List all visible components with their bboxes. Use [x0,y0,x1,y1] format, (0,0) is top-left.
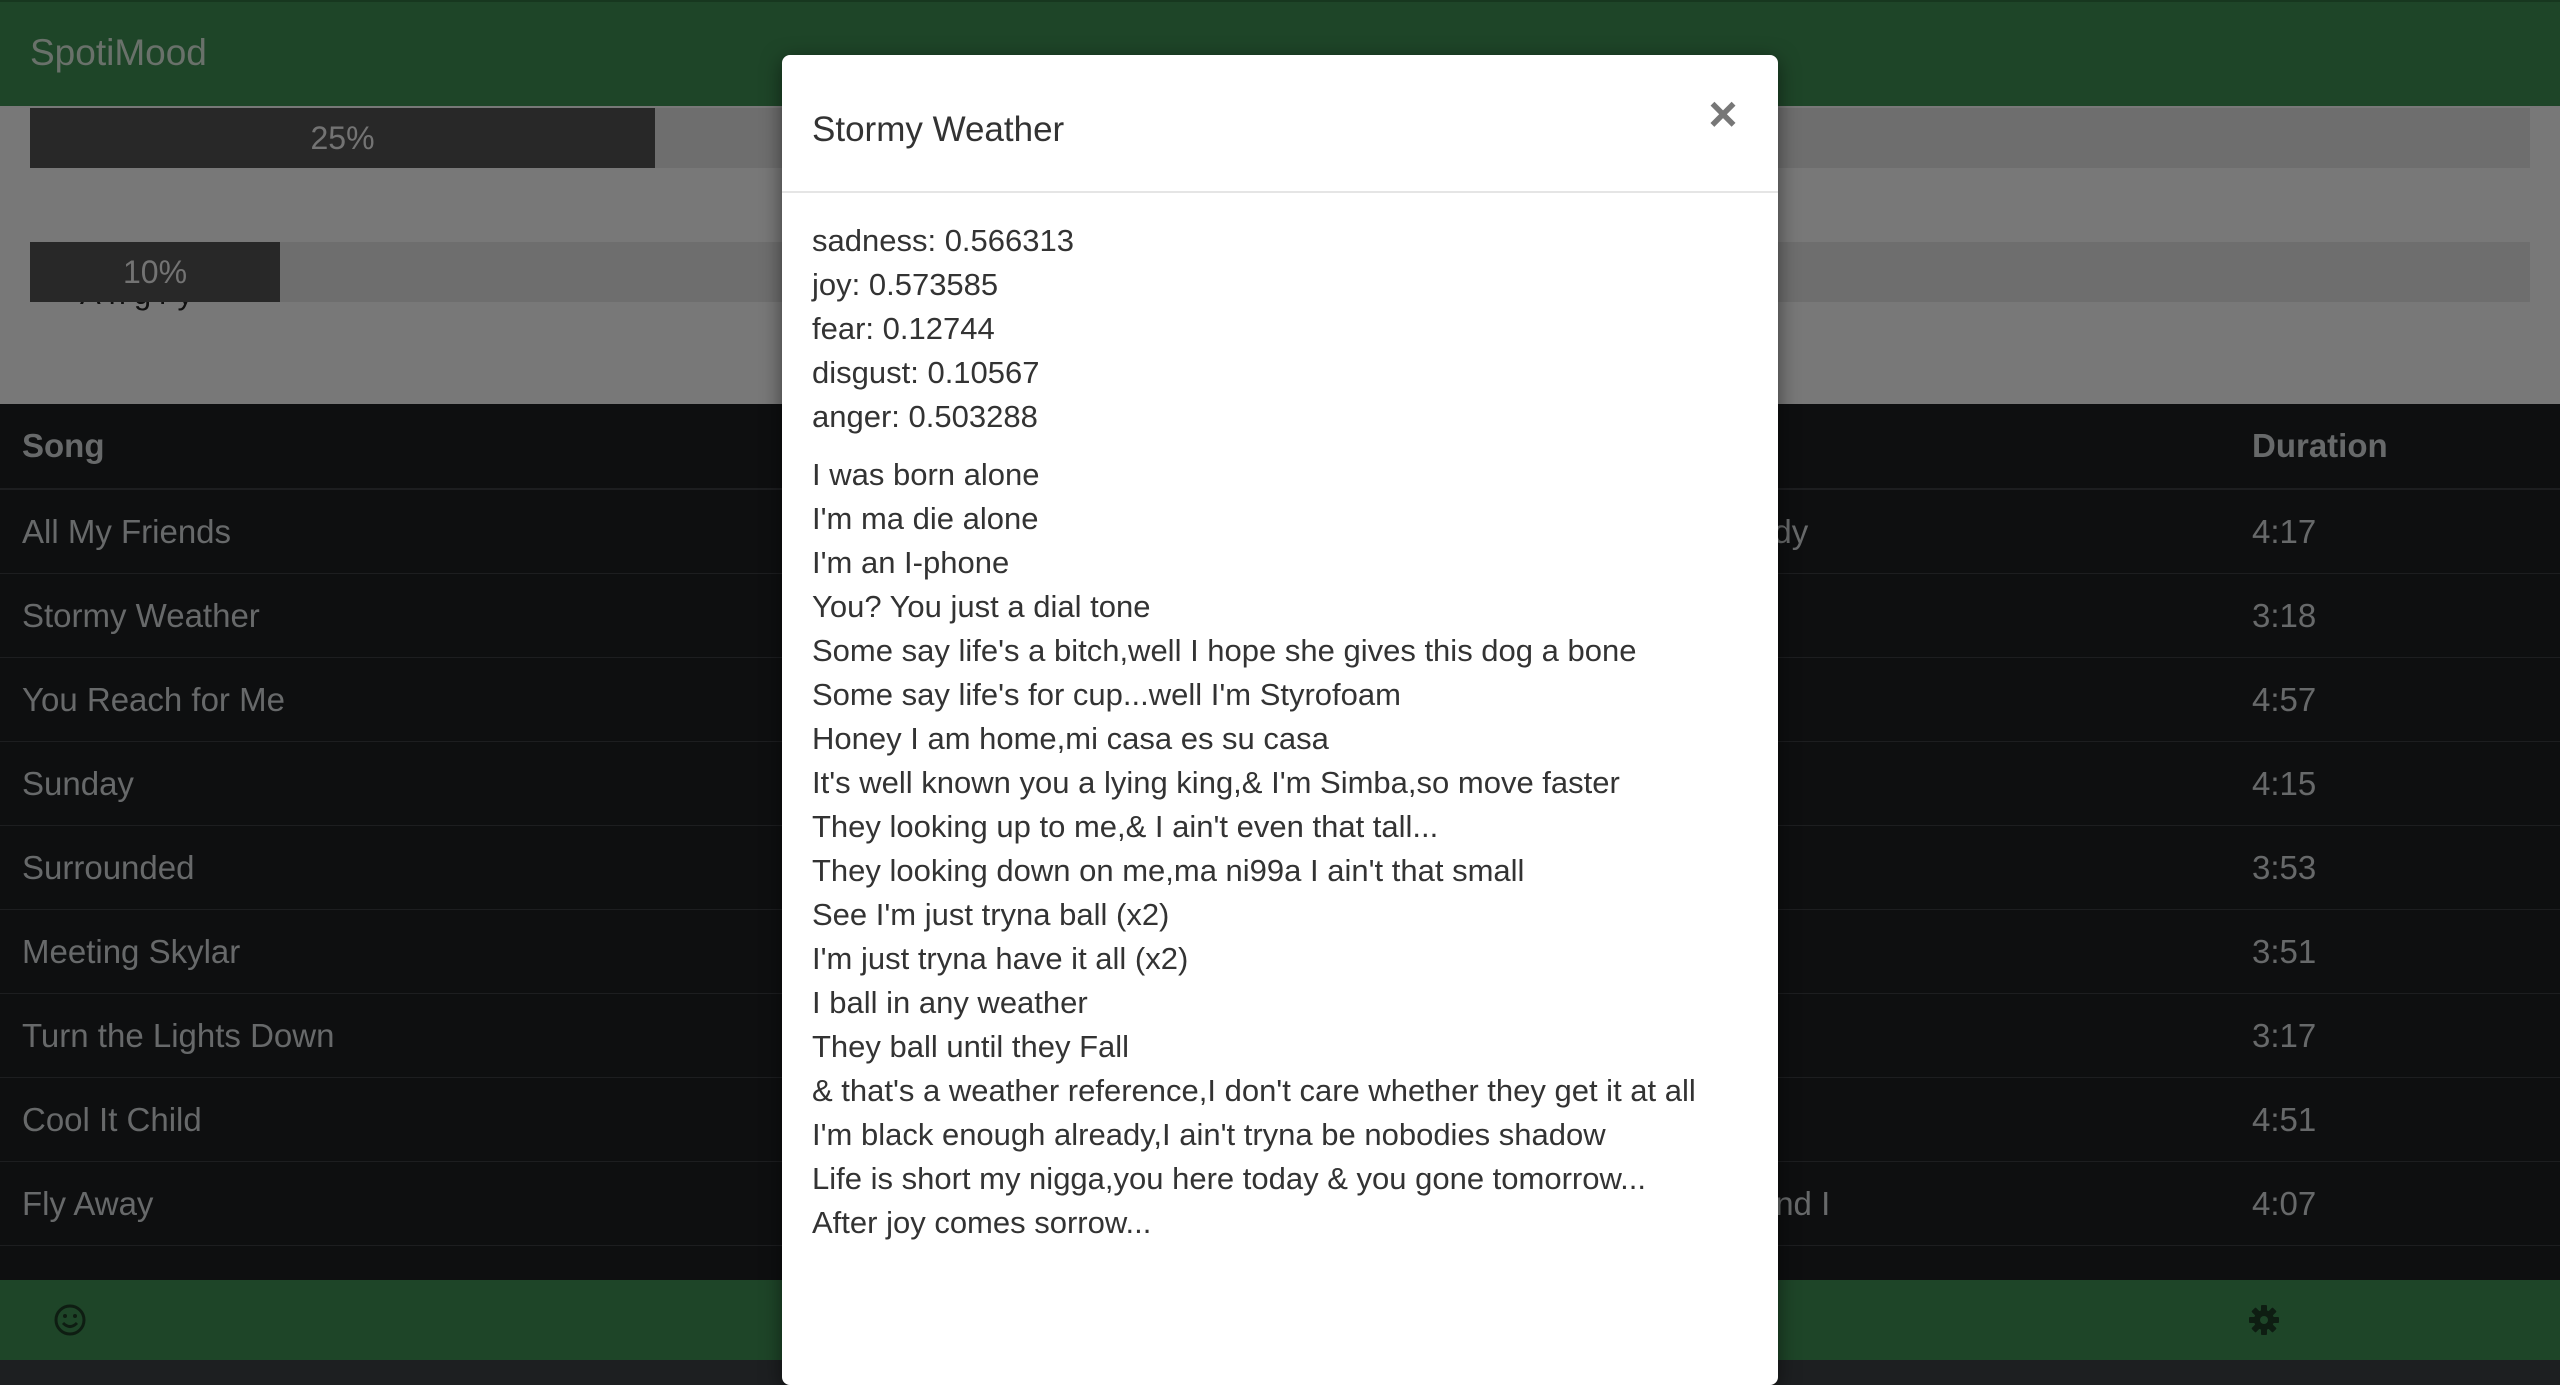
lyrics-line: I'm just tryna have it all (x2) [812,941,1189,976]
emotion-score: sadness: 0.566313 [812,223,1074,258]
lyrics-line: I'm an I-phone [812,545,1010,580]
lyrics-line: After joy comes sorrow... [812,1205,1152,1240]
lyrics-line: Some say life's a bitch,well I hope she … [812,633,1637,668]
lyrics-text: I was born alone I'm ma die alone I'm an I… [812,453,1748,1245]
lyrics-line: It's well known you a lying king,& I'm S… [812,765,1620,800]
emotion-score: joy: 0.573585 [812,267,999,302]
lyrics-line: You? You just a dial tone [812,589,1151,624]
lyrics-line: Honey I am home,mi casa es su casa [812,721,1329,756]
lyrics-line: I ball in any weather [812,985,1088,1020]
close-button[interactable]: × [1698,89,1748,139]
lyrics-line: They ball until they Fall [812,1029,1130,1064]
emotion-score: anger: 0.503288 [812,399,1038,434]
emotion-scores: sadness: 0.566313 joy: 0.573585 fear: 0.12… [812,219,1748,439]
lyrics-modal: Stormy Weather × sadness: 0.566313 joy: 0… [782,55,1778,1385]
modal-header: Stormy Weather × [782,55,1778,193]
lyrics-line: I'm black enough already,I ain't tryna b… [812,1117,1606,1152]
emotion-score: disgust: 0.10567 [812,355,1040,390]
lyrics-line: & that's a weather reference,I don't car… [812,1073,1696,1108]
lyrics-line: They looking up to me,& I ain't even tha… [812,809,1439,844]
lyrics-line: Life is short my nigga,you here today & … [812,1161,1647,1196]
emotion-score: fear: 0.12744 [812,311,995,346]
lyrics-line: I was born alone [812,457,1040,492]
lyrics-line: I'm ma die alone [812,501,1039,536]
modal-body: sadness: 0.566313 joy: 0.573585 fear: 0.12… [782,193,1778,1271]
lyrics-line: Some say life's for cup...well I'm Styro… [812,677,1401,712]
modal-title: Stormy Weather [812,110,1065,149]
lyrics-line: See I'm just tryna ball (x2) [812,897,1170,932]
lyrics-line: They looking down on me,ma ni99a I ain't… [812,853,1525,888]
